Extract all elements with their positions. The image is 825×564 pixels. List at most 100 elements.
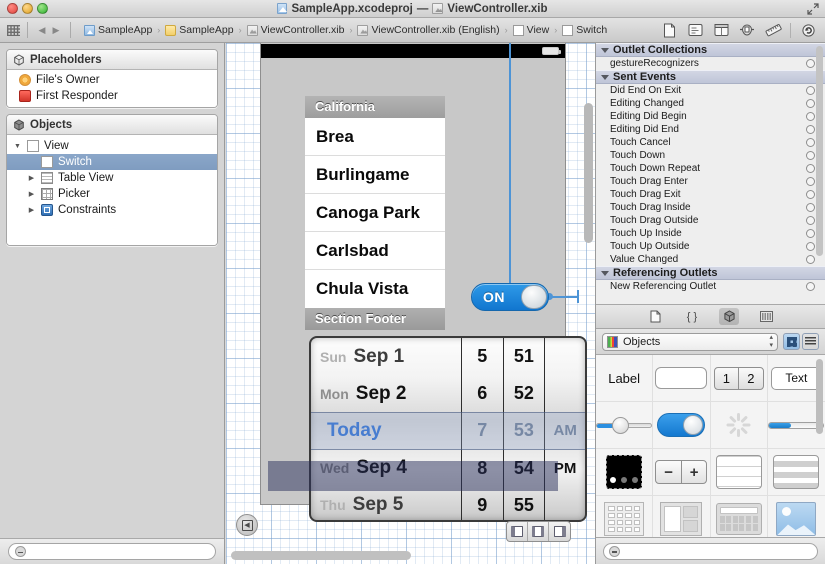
connection-row[interactable]: gestureRecognizers: [596, 57, 825, 70]
library-item-collection-view[interactable]: [596, 496, 654, 537]
table-row[interactable]: Brea: [305, 118, 445, 156]
table-row[interactable]: Burlingame: [305, 156, 445, 194]
breadcrumb-item-2[interactable]: ViewController.xib: [245, 23, 347, 37]
connection-row[interactable]: Touch Down: [596, 149, 825, 162]
connection-row[interactable]: Touch Drag Exit: [596, 188, 825, 201]
date-picker-cell-selected[interactable]: 53: [504, 412, 545, 449]
document-view-icon[interactable]: [656, 21, 682, 40]
connection-well[interactable]: [806, 125, 815, 134]
library-item-activity-indicator[interactable]: [710, 402, 768, 449]
version-editor-icon[interactable]: [708, 21, 734, 40]
date-picker-cell[interactable]: [545, 375, 585, 412]
forward-arrow-icon[interactable]: ▶: [49, 23, 63, 37]
filter-minus-icon[interactable]: [15, 546, 26, 557]
connection-well[interactable]: [806, 59, 815, 68]
table-row[interactable]: Carlsbad: [305, 232, 445, 270]
canvas-horizontal-scrollbar[interactable]: [231, 551, 411, 560]
object-library-grid[interactable]: Label 12 Text − +: [596, 355, 825, 538]
library-item-collection-view-cell[interactable]: [653, 496, 711, 537]
date-picker-cell[interactable]: 9: [462, 487, 503, 520]
search-input[interactable]: [30, 546, 209, 557]
date-picker-column-minute[interactable]: 51 52 53 54 55: [504, 338, 546, 520]
list-item-files-owner[interactable]: File's Owner: [7, 72, 217, 88]
connection-well[interactable]: [806, 190, 815, 199]
align-center-icon[interactable]: [528, 522, 549, 541]
align-left-icon[interactable]: [507, 522, 528, 541]
sidebar-item-table-view[interactable]: ▶ Table View: [7, 170, 217, 186]
connection-well[interactable]: [806, 151, 815, 160]
utilities-toggle-icon[interactable]: [734, 21, 760, 40]
chevron-right-icon[interactable]: ▶: [27, 175, 36, 182]
library-selector[interactable]: Objects ▴ ▾: [602, 332, 778, 351]
date-picker-cell[interactable]: [545, 487, 585, 520]
align-right-icon[interactable]: [549, 522, 570, 541]
date-picker-cell[interactable]: 8: [462, 450, 503, 487]
sidebar-item-switch[interactable]: Switch: [7, 154, 217, 170]
file-template-icon[interactable]: [645, 308, 665, 325]
grid-view-icon[interactable]: [783, 333, 800, 350]
chevron-down-icon[interactable]: [601, 270, 609, 276]
breadcrumb-item-1[interactable]: SampleApp: [163, 23, 235, 37]
date-picker-cell[interactable]: Wed Sep 4: [311, 450, 461, 487]
connection-row[interactable]: Did End On Exit: [596, 84, 825, 97]
date-picker-cell[interactable]: Sun Sep 1: [311, 338, 461, 375]
date-picker-cell[interactable]: PM: [545, 450, 585, 487]
breadcrumb-item-4[interactable]: View: [511, 23, 552, 37]
grid-view-icon[interactable]: [7, 24, 20, 36]
list-item-first-responder[interactable]: First Responder: [7, 88, 217, 104]
connection-row[interactable]: Editing Did End: [596, 123, 825, 136]
date-picker-cell-selected[interactable]: Today: [311, 412, 461, 449]
inspector-scrollbar[interactable]: [816, 46, 823, 256]
table-row[interactable]: Canoga Park: [305, 194, 445, 232]
connection-well[interactable]: [806, 203, 815, 212]
library-item-segmented-control[interactable]: 12: [710, 355, 768, 402]
library-item-table-view-cell[interactable]: [767, 449, 825, 496]
chevron-down-icon[interactable]: [601, 47, 609, 53]
filter-minus-icon[interactable]: [609, 545, 620, 557]
connection-row[interactable]: Touch Up Inside: [596, 227, 825, 240]
date-picker[interactable]: Sun Sep 1 Mon Sep 2 Today Wed Sep 4 Thu …: [309, 336, 587, 522]
date-picker-cell[interactable]: Thu Sep 5: [311, 487, 461, 520]
library-item-keyboard-view[interactable]: [710, 496, 768, 537]
connection-well[interactable]: [806, 177, 815, 186]
code-snippet-icon[interactable]: { }: [682, 308, 702, 325]
assistant-editor-icon[interactable]: [682, 21, 708, 40]
sidebar-item-picker[interactable]: ▶ Picker: [7, 186, 217, 202]
canvas-vertical-scrollbar[interactable]: [584, 103, 593, 243]
library-item-stepper[interactable]: − +: [653, 449, 711, 496]
date-picker-cell-selected[interactable]: AM: [545, 412, 585, 449]
chevron-right-icon[interactable]: ▶: [27, 191, 36, 198]
connection-well[interactable]: [806, 138, 815, 147]
table-row[interactable]: Chula Vista: [305, 270, 445, 308]
connection-well[interactable]: [806, 282, 815, 291]
sidebar-item-view[interactable]: ▼ View: [7, 138, 217, 154]
connection-row[interactable]: New Referencing Outlet: [596, 280, 825, 293]
placeholders-header[interactable]: Placeholders: [7, 50, 217, 70]
breadcrumb-item-0[interactable]: SampleApp: [82, 23, 154, 37]
date-picker-cell[interactable]: 52: [504, 375, 545, 412]
connection-well[interactable]: [806, 99, 815, 108]
library-item-image-view[interactable]: [767, 496, 825, 537]
date-picker-cell[interactable]: Mon Sep 2: [311, 375, 461, 412]
switch-knob[interactable]: [521, 285, 547, 309]
sidebar-item-constraints[interactable]: ▶ Constraints: [7, 202, 217, 218]
date-picker-column-date[interactable]: Sun Sep 1 Mon Sep 2 Today Wed Sep 4 Thu …: [311, 338, 462, 520]
section-sent-events[interactable]: Sent Events: [596, 70, 825, 84]
date-picker-cell[interactable]: 54: [504, 450, 545, 487]
object-library-icon[interactable]: [719, 308, 739, 325]
chevron-down-icon[interactable]: ▼: [13, 143, 22, 150]
connection-row[interactable]: Touch Cancel: [596, 136, 825, 149]
connection-row[interactable]: Touch Drag Outside: [596, 214, 825, 227]
connection-well[interactable]: [806, 255, 815, 264]
section-referencing-outlets[interactable]: Referencing Outlets: [596, 266, 825, 280]
sidebar-filter-field[interactable]: [8, 543, 216, 560]
date-picker-column-ampm[interactable]: AM PM: [545, 338, 585, 520]
library-item-page-control[interactable]: [596, 449, 654, 496]
breadcrumb-item-5[interactable]: Switch: [560, 23, 609, 37]
section-outlet-collections[interactable]: Outlet Collections: [596, 43, 825, 57]
switch-control[interactable]: ON: [471, 283, 549, 311]
library-scrollbar[interactable]: [816, 359, 823, 434]
connection-well[interactable]: [806, 229, 815, 238]
library-item-round-rect-button[interactable]: [653, 355, 711, 402]
connection-row[interactable]: Editing Changed: [596, 97, 825, 110]
